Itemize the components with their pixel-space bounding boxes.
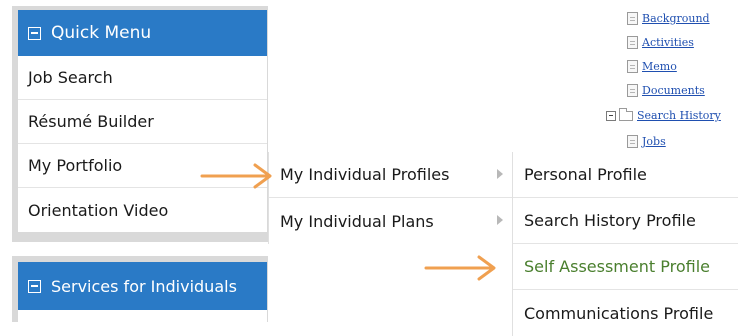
submenu-item-label: Personal Profile	[524, 165, 647, 184]
annotation-arrow-icon	[200, 163, 272, 189]
submenu-item-label: Search History Profile	[524, 211, 696, 230]
tree-link-documents[interactable]: Documents	[642, 84, 705, 97]
profiles-submenu: Personal Profile Search History Profile …	[512, 152, 738, 336]
tree-link-jobs[interactable]: Jobs	[642, 135, 666, 148]
quick-menu-header[interactable]: Quick Menu	[18, 10, 267, 56]
chevron-right-icon	[497, 169, 503, 179]
submenu-item-communications-profile[interactable]: Communications Profile	[513, 290, 738, 336]
tree-link-search-history[interactable]: Search History	[637, 109, 721, 122]
tree-item-activities[interactable]: Activities	[627, 36, 694, 49]
tree-item-search-history[interactable]: Search History	[606, 107, 721, 122]
submenu-item-label: Self Assessment Profile	[524, 257, 710, 276]
annotation-arrow-icon	[424, 255, 496, 281]
menu-item-label: Résumé Builder	[28, 112, 154, 131]
tree-link-activities[interactable]: Activities	[642, 36, 694, 49]
submenu-item-label: My Individual Profiles	[280, 165, 450, 184]
document-icon	[627, 12, 638, 25]
collapse-icon	[28, 26, 41, 40]
submenu-item-individual-profiles[interactable]: My Individual Profiles	[269, 152, 513, 198]
submenu-item-search-history-profile[interactable]: Search History Profile	[513, 198, 738, 244]
tree-item-jobs[interactable]: Jobs	[627, 135, 666, 148]
services-menu-header[interactable]: Services for Individuals	[18, 262, 267, 310]
tree-item-background[interactable]: Background	[627, 12, 710, 25]
quick-menu: Quick Menu Job Search Résumé Builder My …	[18, 10, 267, 232]
collapse-toggle-icon[interactable]	[606, 110, 616, 121]
menu-item-resume-builder[interactable]: Résumé Builder	[18, 100, 267, 144]
document-icon	[627, 36, 638, 49]
collapse-icon	[28, 279, 41, 293]
tree-item-memo[interactable]: Memo	[627, 60, 677, 73]
menu-item-label: Orientation Video	[28, 200, 169, 220]
chevron-right-icon	[497, 215, 503, 225]
quick-menu-title: Quick Menu	[51, 23, 152, 43]
submenu-item-individual-plans[interactable]: My Individual Plans	[269, 198, 513, 244]
menu-item-job-search[interactable]: Job Search	[18, 56, 267, 100]
submenu-item-self-assessment-profile[interactable]: Self Assessment Profile	[513, 244, 738, 290]
portfolio-submenu: My Individual Profiles My Individual Pla…	[268, 152, 513, 244]
document-icon	[627, 60, 638, 73]
folder-icon	[619, 107, 633, 121]
tree-link-memo[interactable]: Memo	[642, 60, 677, 73]
submenu-item-personal-profile[interactable]: Personal Profile	[513, 152, 738, 198]
submenu-item-label: Communications Profile	[524, 303, 714, 323]
document-icon	[627, 135, 638, 148]
document-icon	[627, 84, 638, 97]
tree-item-documents[interactable]: Documents	[627, 84, 705, 97]
services-menu-title: Services for Individuals	[51, 276, 237, 296]
submenu-item-label: My Individual Plans	[280, 211, 434, 231]
menu-item-label: My Portfolio	[28, 156, 123, 175]
menu-item-label: Job Search	[28, 68, 113, 87]
menu-item-orientation-video[interactable]: Orientation Video	[18, 188, 267, 232]
services-menu-body	[18, 310, 267, 322]
tree-link-background[interactable]: Background	[642, 12, 710, 25]
